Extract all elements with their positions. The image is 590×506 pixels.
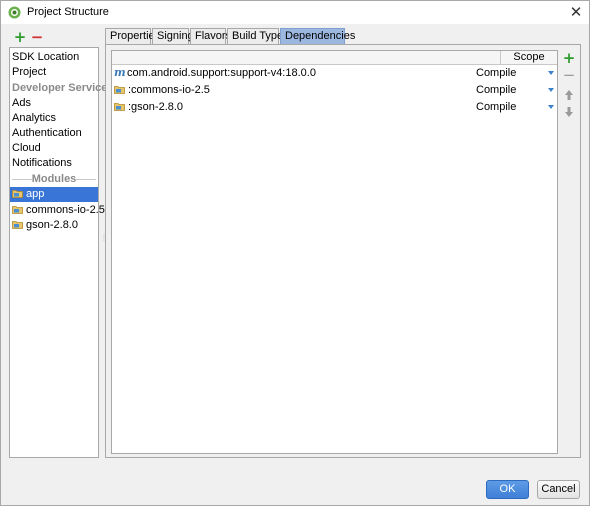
developer-services-header: Developer Services xyxy=(12,82,114,94)
table-row[interactable]: :gson-2.8.0 Compile xyxy=(112,99,557,115)
ok-button[interactable]: OK xyxy=(486,480,529,499)
dependency-scope[interactable]: Compile xyxy=(476,65,516,81)
cancel-button[interactable]: Cancel xyxy=(537,480,580,499)
tab-properties[interactable]: Properties xyxy=(105,28,160,45)
dependency-label: com.android.support:support-v4:18.0.0 xyxy=(127,67,316,79)
table-row[interactable]: mcom.android.support:support-v4:18.0.0 C… xyxy=(112,65,557,81)
sidebar-item-project[interactable]: Project xyxy=(10,65,98,80)
left-toolbar: + − xyxy=(9,30,99,46)
sidebar-module-app[interactable]: app xyxy=(10,187,98,202)
sidebar-item-cloud[interactable]: Cloud xyxy=(10,141,98,156)
sidebar-item-authentication[interactable]: Authentication xyxy=(10,126,98,141)
sidebar-module-gson[interactable]: gson-2.8.0 xyxy=(10,218,98,233)
project-structure-dialog: Project Structure ✕ + − SDK Location Pro… xyxy=(0,0,590,506)
tab-dependencies[interactable]: Dependencies xyxy=(280,28,355,45)
module-folder-icon xyxy=(114,103,125,111)
sidebar-item-sdk-location[interactable]: SDK Location xyxy=(10,50,98,65)
dependency-label: :gson-2.8.0 xyxy=(128,101,184,113)
dependency-toolbar: + − xyxy=(561,50,577,130)
maven-library-icon: m xyxy=(114,66,126,79)
dependency-name: mcom.android.support:support-v4:18.0.0 xyxy=(114,65,316,81)
add-module-button[interactable]: + xyxy=(13,30,27,45)
sidebar-module-commons-io[interactable]: commons-io-2.5 xyxy=(10,203,105,218)
panel-splitter-handle[interactable]: ⋮ xyxy=(100,234,108,248)
close-button[interactable]: ✕ xyxy=(567,3,585,21)
dependency-name: :commons-io-2.5 xyxy=(114,82,210,98)
dependencies-table: Scope mcom.android.support:support-v4:18… xyxy=(111,50,558,454)
sidebar-item-notifications[interactable]: Notifications xyxy=(10,156,98,171)
module-label: app xyxy=(26,188,45,200)
tab-build-types[interactable]: Build Types xyxy=(227,28,289,45)
add-dependency-button[interactable]: + xyxy=(561,50,577,66)
scope-dropdown-arrow-icon[interactable] xyxy=(548,105,554,109)
modules-separator: Modules xyxy=(10,172,98,187)
scope-dropdown-arrow-icon[interactable] xyxy=(548,71,554,75)
table-row[interactable]: :commons-io-2.5 Compile xyxy=(112,82,557,98)
dependency-scope[interactable]: Compile xyxy=(476,82,516,98)
sidebar-item-ads[interactable]: Ads xyxy=(10,96,98,111)
settings-sidebar: SDK Location Project Developer Services … xyxy=(9,47,114,458)
dependency-name: :gson-2.8.0 xyxy=(114,99,183,115)
separator-line-left xyxy=(12,179,32,180)
sidebar-item-analytics[interactable]: Analytics xyxy=(10,111,98,126)
move-up-icon[interactable] xyxy=(561,87,577,103)
module-folder-icon xyxy=(12,221,23,229)
scope-column-header[interactable]: Scope xyxy=(500,51,557,64)
remove-dependency-button[interactable]: − xyxy=(561,67,577,83)
module-folder-icon xyxy=(12,206,23,214)
module-label: commons-io-2.5 xyxy=(26,204,105,216)
window-title: Project Structure xyxy=(27,6,109,18)
module-folder-icon xyxy=(12,190,23,198)
dependencies-panel: Scope mcom.android.support:support-v4:18… xyxy=(105,44,581,458)
tab-signing[interactable]: Signing xyxy=(152,28,194,45)
modules-header: Modules xyxy=(31,173,77,185)
table-header: Scope xyxy=(112,51,557,65)
dependency-label: :commons-io-2.5 xyxy=(128,84,210,96)
module-label: gson-2.8.0 xyxy=(26,219,78,231)
module-folder-icon xyxy=(114,86,125,94)
title-bar: Project Structure ✕ xyxy=(1,1,589,24)
remove-module-button[interactable]: − xyxy=(30,30,44,45)
separator-line-right xyxy=(75,179,96,180)
move-down-icon[interactable] xyxy=(561,104,577,120)
tab-flavors[interactable]: Flavors xyxy=(190,28,231,45)
android-studio-icon xyxy=(8,6,21,19)
scope-dropdown-arrow-icon[interactable] xyxy=(548,88,554,92)
dependency-scope[interactable]: Compile xyxy=(476,99,516,115)
